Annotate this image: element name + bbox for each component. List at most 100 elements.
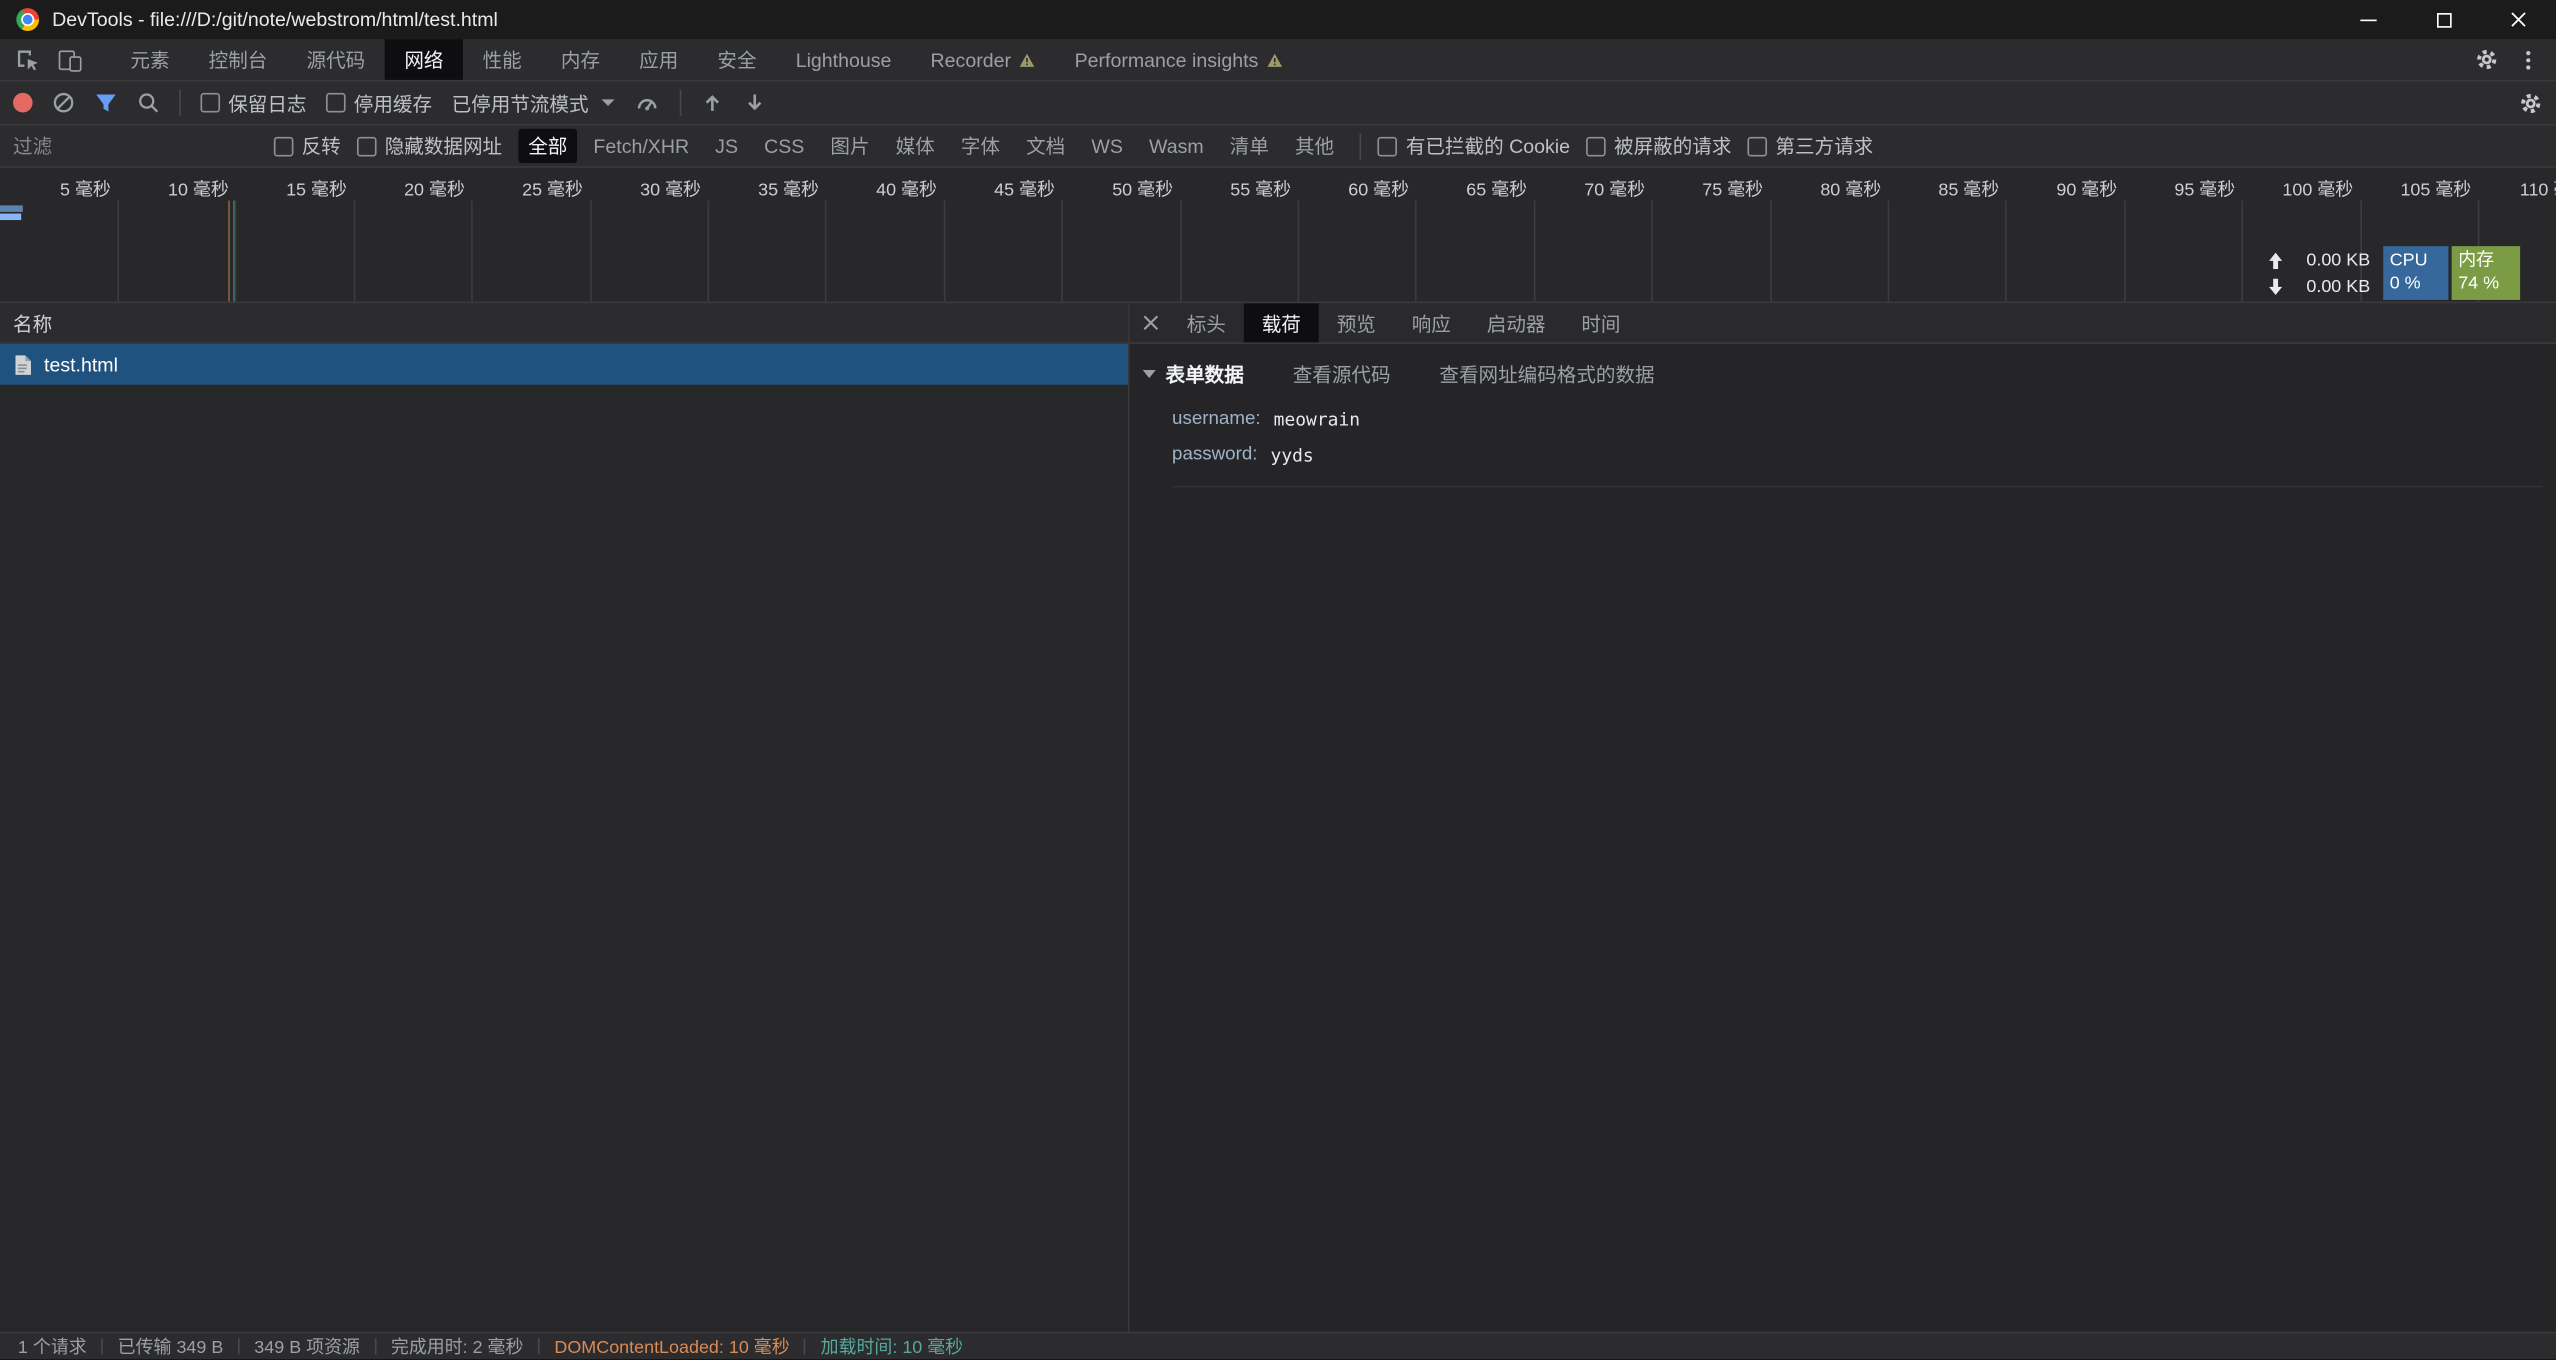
form-data-section-header[interactable]: 表单数据 查看源代码 查看网址编码格式的数据 [1143, 360, 2543, 388]
filter-toggle-button[interactable] [95, 91, 118, 114]
chrome-logo-icon [16, 8, 39, 31]
throttling-select[interactable]: 已停用节流模式 [452, 89, 615, 117]
window-title: DevTools - file:///D:/git/note/webstrom/… [52, 8, 498, 31]
form-data-params: username:meowrainpassword:yyds [1172, 401, 2543, 487]
filter-input[interactable] [13, 134, 258, 157]
tab-label: 网络 [404, 46, 443, 74]
close-icon [1143, 315, 1159, 331]
timeline-gridline [1534, 201, 1536, 302]
filter-type-fetch-xhr[interactable]: Fetch/XHR [584, 131, 699, 160]
tab-performance-insights[interactable]: Performance insights [1055, 39, 1302, 80]
clear-network-log-button[interactable] [52, 91, 75, 114]
tab-recorder[interactable]: Recorder [911, 39, 1055, 80]
settings-gear-icon[interactable] [2465, 47, 2507, 71]
invert-filter-checkbox[interactable]: 反转 [274, 132, 341, 160]
timeline-gridline [825, 201, 827, 302]
more-options-icon[interactable] [2507, 48, 2549, 71]
gear-icon [2519, 90, 2543, 114]
filter-type-images[interactable]: 图片 [821, 129, 880, 163]
device-toolbar-icon[interactable] [49, 39, 91, 80]
form-data-param: username:meowrain [1172, 401, 2543, 437]
search-icon [137, 91, 160, 114]
close-details-button[interactable] [1133, 303, 1169, 342]
filter-type-fonts[interactable]: 字体 [951, 129, 1010, 163]
preserve-log-checkbox[interactable]: 保留日志 [201, 89, 307, 117]
devtools-window: DevTools - file:///D:/git/note/webstrom/… [0, 0, 2556, 1360]
download-arrow-icon [2267, 277, 2283, 297]
detail-tab-headers[interactable]: 标头 [1169, 303, 1244, 342]
import-har-button[interactable] [701, 91, 724, 114]
checkbox-icon [1378, 136, 1398, 156]
memory-value: 74 % [2458, 274, 2513, 295]
separator [680, 90, 682, 116]
dom-content-loaded-marker [228, 201, 230, 302]
disable-cache-checkbox[interactable]: 停用缓存 [326, 89, 432, 117]
third-party-label: 第三方请求 [1775, 132, 1873, 160]
record-network-log-button[interactable] [13, 93, 33, 113]
status-requests: 1 个请求 [3, 1333, 101, 1359]
minimize-button[interactable] [2331, 0, 2406, 39]
maximize-icon [2436, 12, 2451, 27]
maximize-button[interactable] [2406, 0, 2481, 39]
payload-view: 表单数据 查看源代码 查看网址编码格式的数据 username:meowrain… [1130, 344, 2556, 487]
tab-performance[interactable]: 性能 [463, 39, 541, 80]
third-party-checkbox[interactable]: 第三方请求 [1748, 132, 1874, 160]
close-button[interactable] [2481, 0, 2556, 39]
filter-type-css[interactable]: CSS [754, 131, 814, 160]
window-titlebar: DevTools - file:///D:/git/note/webstrom/… [0, 0, 2556, 39]
blocked-cookies-checkbox[interactable]: 有已拦截的 Cookie [1378, 132, 1570, 160]
detail-tab-payload[interactable]: 载荷 [1244, 303, 1319, 342]
network-conditions-button[interactable] [634, 90, 660, 116]
document-icon [13, 353, 33, 376]
tab-label: 安全 [717, 46, 756, 74]
detail-tab-initiator[interactable]: 启动器 [1469, 303, 1564, 342]
filter-type-manifest[interactable]: 清单 [1220, 129, 1279, 163]
hide-data-urls-checkbox[interactable]: 隐藏数据网址 [357, 132, 502, 160]
separator [1360, 133, 1362, 159]
name-column-header: 名称 [13, 309, 52, 337]
filter-type-media[interactable]: 媒体 [886, 129, 945, 163]
view-url-encoded-link[interactable]: 查看网址编码格式的数据 [1439, 360, 1654, 388]
filter-type-other[interactable]: 其他 [1285, 129, 1344, 163]
detail-tab-preview[interactable]: 预览 [1319, 303, 1394, 342]
timeline-gridline [1652, 201, 1654, 302]
view-source-link[interactable]: 查看源代码 [1293, 360, 1391, 388]
tab-elements[interactable]: 元素 [111, 39, 189, 80]
inspect-icon[interactable] [7, 39, 49, 80]
filter-type-wasm[interactable]: Wasm [1139, 131, 1213, 160]
network-overview-timeline[interactable]: 5 毫秒10 毫秒15 毫秒20 毫秒25 毫秒30 毫秒35 毫秒40 毫秒4… [0, 168, 2556, 303]
status-transferred: 已传输 349 B [103, 1333, 238, 1359]
search-button[interactable] [137, 91, 160, 114]
request-row[interactable]: test.html [0, 344, 1128, 385]
filter-type-js[interactable]: JS [705, 131, 747, 160]
tab-memory[interactable]: 内存 [541, 39, 619, 80]
clear-icon [52, 91, 75, 114]
param-value: meowrain [1274, 408, 1360, 429]
blocked-requests-checkbox[interactable]: 被屏蔽的请求 [1586, 132, 1731, 160]
tab-label: 内存 [561, 46, 600, 74]
status-dom-content-loaded: DOMContentLoaded: 10 毫秒 [540, 1333, 805, 1359]
timeline-gridline [2124, 201, 2126, 302]
timeline-gridline [1888, 201, 1890, 302]
preserve-log-label: 保留日志 [228, 89, 306, 117]
filter-type-all[interactable]: 全部 [518, 129, 577, 163]
detail-tab-timing[interactable]: 时间 [1563, 303, 1638, 342]
timeline-gridline [235, 201, 237, 302]
tab-network[interactable]: 网络 [385, 39, 463, 80]
tab-lighthouse[interactable]: Lighthouse [776, 39, 911, 80]
filter-type-documents[interactable]: 文档 [1016, 129, 1075, 163]
timeline-gridline [471, 201, 473, 302]
tab-security[interactable]: 安全 [698, 39, 776, 80]
panel-tabs: 元素控制台源代码网络性能内存应用安全 LighthouseRecorderPerf… [111, 39, 1302, 80]
filter-type-websocket[interactable]: WS [1082, 131, 1133, 160]
tab-console[interactable]: 控制台 [189, 39, 287, 80]
tab-sources[interactable]: 源代码 [287, 39, 385, 80]
export-har-button[interactable] [743, 91, 766, 114]
timeline-tick-label: 110 毫秒 [2426, 176, 2556, 202]
timeline-gridline [1298, 201, 1300, 302]
tab-application[interactable]: 应用 [620, 39, 698, 80]
detail-tab-response[interactable]: 响应 [1394, 303, 1469, 342]
requests-table-header[interactable]: 名称 [0, 303, 1128, 344]
network-settings-button[interactable] [2519, 90, 2543, 114]
memory-usage-block: 内存 74 % [2452, 246, 2520, 300]
